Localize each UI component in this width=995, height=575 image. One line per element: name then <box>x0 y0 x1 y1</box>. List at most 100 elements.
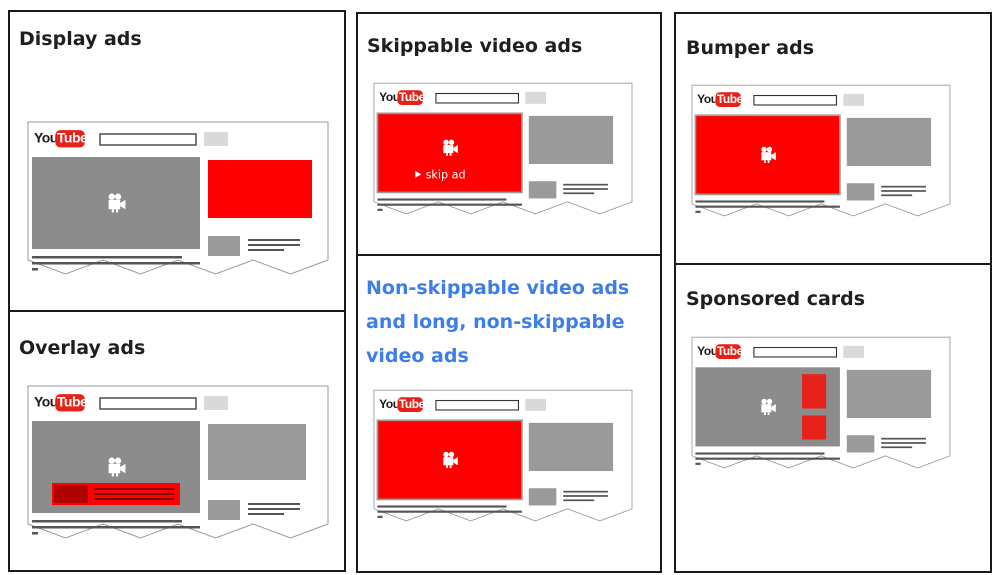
related-video-thumbnail <box>208 236 240 256</box>
channel-icon <box>32 268 38 271</box>
youtube-logo: You Tube <box>34 129 88 148</box>
youtube-logo-you: You <box>697 92 718 106</box>
related-video-thumbnail <box>208 500 240 520</box>
related-video-text-line <box>881 446 913 449</box>
sidebar-video-thumbnail <box>528 115 614 165</box>
related-video-text-line <box>563 188 608 190</box>
related-video-text-line <box>248 503 300 505</box>
search-button <box>204 132 228 146</box>
youtube-logo-you: You <box>697 344 718 358</box>
video-meta-line <box>32 526 200 529</box>
youtube-page-mockup-nonskippable: You Tube <box>373 389 633 528</box>
video-title-line <box>32 520 182 523</box>
related-video-text-line <box>563 499 595 502</box>
related-video-text-line <box>881 190 926 192</box>
youtube-logo: You Tube <box>697 344 744 360</box>
search-button <box>525 398 546 411</box>
mockup-svg: You Tube <box>373 389 633 522</box>
video-meta-line <box>377 510 522 513</box>
youtube-logo-tube: Tube <box>57 393 88 409</box>
search-button <box>525 91 546 104</box>
youtube-logo-you: You <box>379 90 400 104</box>
mockup-svg: You Tube <box>27 385 329 539</box>
related-video-text-line <box>881 442 926 444</box>
search-button <box>843 93 864 106</box>
display-ad-banner <box>208 160 312 218</box>
channel-icon <box>695 210 701 213</box>
search-bar <box>435 92 520 104</box>
video-title-line <box>377 198 507 201</box>
mockup-svg: You Tube <box>27 121 329 275</box>
related-video-text-line <box>248 249 284 251</box>
related-video-thumbnail <box>846 183 875 201</box>
youtube-logo-tube: Tube <box>717 92 744 106</box>
overlay-ad-text-line <box>94 488 174 490</box>
video-meta-line <box>695 457 840 460</box>
overlay-ad-text-line <box>94 493 174 495</box>
related-video-thumbnail <box>846 435 875 453</box>
related-video-text-line <box>248 244 300 246</box>
title-overlay-ads: Overlay ads <box>19 337 146 359</box>
related-video-text-line <box>563 192 595 195</box>
search-bar <box>435 399 520 411</box>
sponsored-card <box>802 374 827 409</box>
channel-icon <box>377 208 383 211</box>
youtube-logo-you: You <box>379 397 400 411</box>
sidebar-video-thumbnail <box>846 369 932 419</box>
search-bar <box>99 133 197 146</box>
related-video-text-line <box>563 495 608 497</box>
youtube-logo: You Tube <box>34 393 88 412</box>
youtube-page-mockup-overlay: You Tube <box>27 385 329 546</box>
youtube-logo-tube: Tube <box>399 397 426 411</box>
channel-icon <box>32 532 38 535</box>
youtube-logo-you: You <box>34 129 58 145</box>
mockup-svg: You Tube <box>691 84 951 217</box>
related-video-text-line <box>563 490 608 493</box>
related-video-text-line <box>248 513 284 515</box>
related-video-text-line <box>881 437 926 440</box>
overlay-ad-image <box>54 485 88 503</box>
youtube-logo-you: You <box>34 393 58 409</box>
video-title-line <box>32 256 182 259</box>
video-meta-line <box>377 203 522 206</box>
youtube-page-mockup-sponsored: You Tube <box>691 336 951 475</box>
video-meta-line <box>32 262 200 265</box>
search-bar <box>753 346 838 358</box>
title-display-ads: Display ads <box>19 28 142 50</box>
search-bar <box>99 397 197 410</box>
sidebar-video-thumbnail <box>846 117 932 167</box>
related-video-text-line <box>248 508 300 510</box>
related-video-text-line <box>881 194 913 197</box>
youtube-logo-tube: Tube <box>717 344 744 358</box>
title-sponsored-cards: Sponsored cards <box>686 288 866 310</box>
sponsored-card <box>802 415 827 440</box>
video-meta-line <box>695 205 840 208</box>
youtube-logo-tube: Tube <box>57 129 88 145</box>
youtube-logo-tube: Tube <box>399 90 426 104</box>
video-title-line <box>695 452 825 455</box>
mockup-svg: You Tube <box>691 336 951 469</box>
youtube-page-mockup-display: You Tube <box>27 121 329 282</box>
skip-ad-label: skip ad <box>426 169 466 182</box>
sidebar-video-thumbnail <box>208 424 306 480</box>
youtube-page-mockup-skippable: You Tube skip ad <box>373 82 633 221</box>
title-bumper-ads: Bumper ads <box>686 37 815 59</box>
related-video-thumbnail <box>528 488 557 506</box>
channel-icon <box>695 462 701 465</box>
youtube-logo: You Tube <box>379 90 426 106</box>
youtube-logo: You Tube <box>697 92 744 108</box>
video-title-line <box>377 505 507 508</box>
youtube-logo: You Tube <box>379 397 426 413</box>
mockup-svg: You Tube skip ad <box>373 82 633 215</box>
title-skippable-video-ads: Skippable video ads <box>367 35 583 57</box>
related-video-thumbnail <box>528 181 557 199</box>
title-non-skippable-video-ads: Non-skippable video ads and long, non-sk… <box>366 277 630 367</box>
search-button <box>843 345 864 358</box>
overlay-ad-text-line <box>94 498 174 500</box>
youtube-page-mockup-bumper: You Tube <box>691 84 951 223</box>
related-video-text-line <box>248 239 300 241</box>
sidebar-video-thumbnail <box>528 422 614 472</box>
search-button <box>204 396 228 410</box>
search-bar <box>753 94 838 106</box>
video-title-line <box>695 200 825 203</box>
